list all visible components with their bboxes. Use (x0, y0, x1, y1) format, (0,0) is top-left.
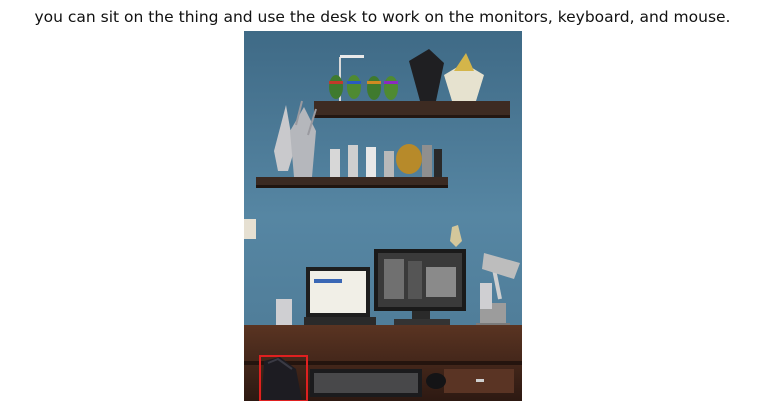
mouse (426, 373, 446, 389)
top-shelf (314, 101, 510, 118)
image-caption: you can sit on the thing and use the des… (34, 8, 731, 26)
light-switch (244, 219, 256, 239)
right-speaker (480, 283, 492, 309)
middle-shelf (256, 177, 448, 188)
photo (244, 31, 522, 401)
